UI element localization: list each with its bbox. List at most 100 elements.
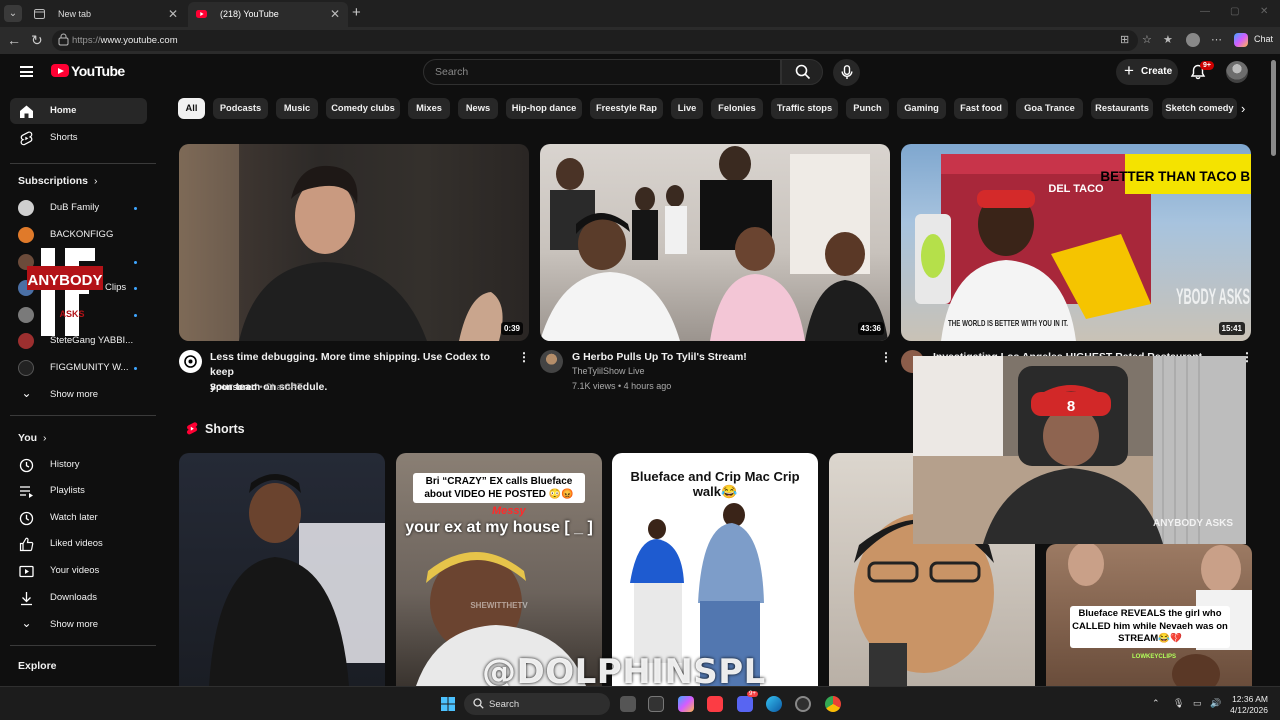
channel-name[interactable]: TheTylilShow Live [572,366,645,376]
sidebar-item-home[interactable]: Home [10,98,147,124]
create-button[interactable]: + Create [1116,59,1178,85]
more-actions-icon[interactable]: ⋮ [880,350,892,364]
sidebar-item-downloads[interactable]: Downloads [10,585,147,611]
search-button[interactable] [781,59,823,85]
sidebar-subscription-item[interactable]: FIGGMUNITY W... [10,355,147,381]
close-window-icon[interactable]: ✕ [1260,6,1268,17]
youtube-logo-text[interactable]: YouTube [71,63,125,79]
account-avatar[interactable] [1226,61,1248,83]
voice-search-button[interactable] [833,59,860,86]
chip[interactable]: Freestyle Rap [590,98,663,119]
music-app-icon[interactable] [707,696,723,712]
chevron-right-icon: › [93,175,98,187]
hamburger-menu-icon[interactable] [20,66,33,77]
thumbnail-headline: BETTER THAN TACO BELL [1100,169,1251,184]
short-watermark: SHEWITTHETV [470,601,528,610]
favorites-icon[interactable]: ★ [1163,33,1173,46]
taskbar-clock[interactable]: 12:36 AM 4/12/2026 [1228,694,1268,716]
chip[interactable]: Punch [846,98,889,119]
tab-actions-chevron-icon[interactable]: ⌄ [4,5,22,22]
chip[interactable]: Live [671,98,703,119]
reload-icon[interactable]: ↻ [31,32,43,49]
volume-icon[interactable]: 🔊 [1210,698,1221,709]
maximize-icon[interactable]: ▢ [1230,6,1239,17]
chip[interactable]: Traffic stops [771,98,838,119]
youtube-logo-icon[interactable] [51,64,69,77]
more-menu-icon[interactable]: ⋯ [1211,33,1222,46]
site-info-icon[interactable] [58,33,69,47]
sidebar-subscription-item[interactable]: DuB Family [10,195,147,221]
chevron-down-icon: ⌄ [21,386,32,400]
tab-new-tab[interactable]: New tab ✕ [26,2,186,27]
video-thumbnail[interactable]: BETTER THAN TACO BELL DEL TACO THE WORLD… [901,144,1251,341]
chip[interactable]: Restaurants [1091,98,1153,119]
chip[interactable]: Music [276,98,318,119]
channel-avatar [18,360,34,376]
subscriptions-heading[interactable]: Subscriptions › [18,175,97,187]
discord-icon[interactable] [737,696,753,712]
sidebar-item-shorts[interactable]: Shorts [10,125,147,151]
chip[interactable]: Podcasts [213,98,268,119]
subscriptions-show-more[interactable]: ⌄ Show more [10,382,147,408]
copilot-app-icon[interactable] [678,696,694,712]
network-icon[interactable]: ▭ [1193,698,1202,709]
browser-profile-avatar[interactable] [1186,33,1200,47]
chip[interactable]: Goa Trance [1016,98,1083,119]
chip[interactable]: Gaming [897,98,946,119]
plus-icon: + [1124,61,1134,80]
you-show-more[interactable]: ⌄ Show more [10,612,147,638]
sidebar-item-liked-videos[interactable]: Liked videos [10,531,147,557]
short-thumbnail[interactable]: Blueface REVEALS the girl who CALLED him… [1046,544,1252,686]
minimize-icon[interactable]: — [1200,6,1210,17]
windows-start-icon[interactable] [441,697,455,711]
video-thumbnail[interactable]: 0:39 [179,144,529,341]
microphone-tray-icon[interactable]: 🎙 [1173,698,1184,709]
favorite-star-icon[interactable]: ☆ [1142,33,1152,46]
copilot-icon[interactable] [1234,33,1248,47]
video-title[interactable]: G Herbo Pulls Up To Tylil's Stream! [572,350,872,365]
video-thumbnail[interactable]: 43:36 [540,144,890,341]
chip[interactable]: News [458,98,498,119]
chip[interactable]: Hip-hop dance [506,98,582,119]
chrome-icon[interactable] [825,696,841,712]
new-content-dot [134,314,137,317]
taskbar-search[interactable]: Search [464,693,610,715]
search-input[interactable]: Search [423,59,781,85]
channel-avatar[interactable] [540,350,563,373]
tab-youtube[interactable]: (218) YouTube ✕ [188,2,348,27]
sidebar-item-label: Playlists [50,485,85,496]
new-tab-plus-icon[interactable]: + [352,4,361,21]
chip[interactable]: Comedy clubs [326,98,400,119]
video-meta: Sponsored • ChatGPT [210,382,303,392]
store-icon[interactable] [648,696,664,712]
chip[interactable]: Mixes [408,98,450,119]
channel-avatar[interactable] [179,350,202,373]
sidebar-item-your-videos[interactable]: Your videos [10,558,147,584]
chips-next-chevron-icon[interactable]: › [1241,101,1245,116]
sidebar-item-watch-later[interactable]: Watch later [10,505,147,531]
chip[interactable]: Fast food [954,98,1008,119]
chatgpt-app-icon[interactable] [795,696,811,712]
chat-button-label[interactable]: Chat [1254,34,1273,44]
app-available-icon[interactable]: ⊞ [1120,33,1129,46]
new-tab-icon [34,9,45,19]
edge-icon[interactable] [766,696,782,712]
sidebar-item-label: History [50,459,80,470]
short-thumbnail[interactable] [179,453,385,686]
sidebar-item-history[interactable]: History [10,452,147,478]
back-arrow-icon[interactable]: ← [7,32,21,48]
sidebar-item-playlists[interactable]: Playlists [10,478,147,504]
search-icon [795,64,811,80]
chip[interactable]: Sketch comedy [1162,98,1237,119]
close-tab-icon[interactable]: ✕ [330,7,340,21]
chip-all[interactable]: All [178,98,205,119]
new-content-dot [134,207,137,210]
tray-chevron-up-icon[interactable]: ⌃ [1152,698,1160,709]
chip[interactable]: Felonies [711,98,763,119]
settings-gear-icon[interactable] [620,696,636,712]
you-heading[interactable]: You › [18,432,46,444]
url-field[interactable]: https://www.youtube.com [52,30,1138,51]
more-actions-icon[interactable]: ⋮ [518,350,530,364]
close-tab-icon[interactable]: ✕ [168,7,178,21]
scrollbar-thumb[interactable] [1271,60,1276,156]
